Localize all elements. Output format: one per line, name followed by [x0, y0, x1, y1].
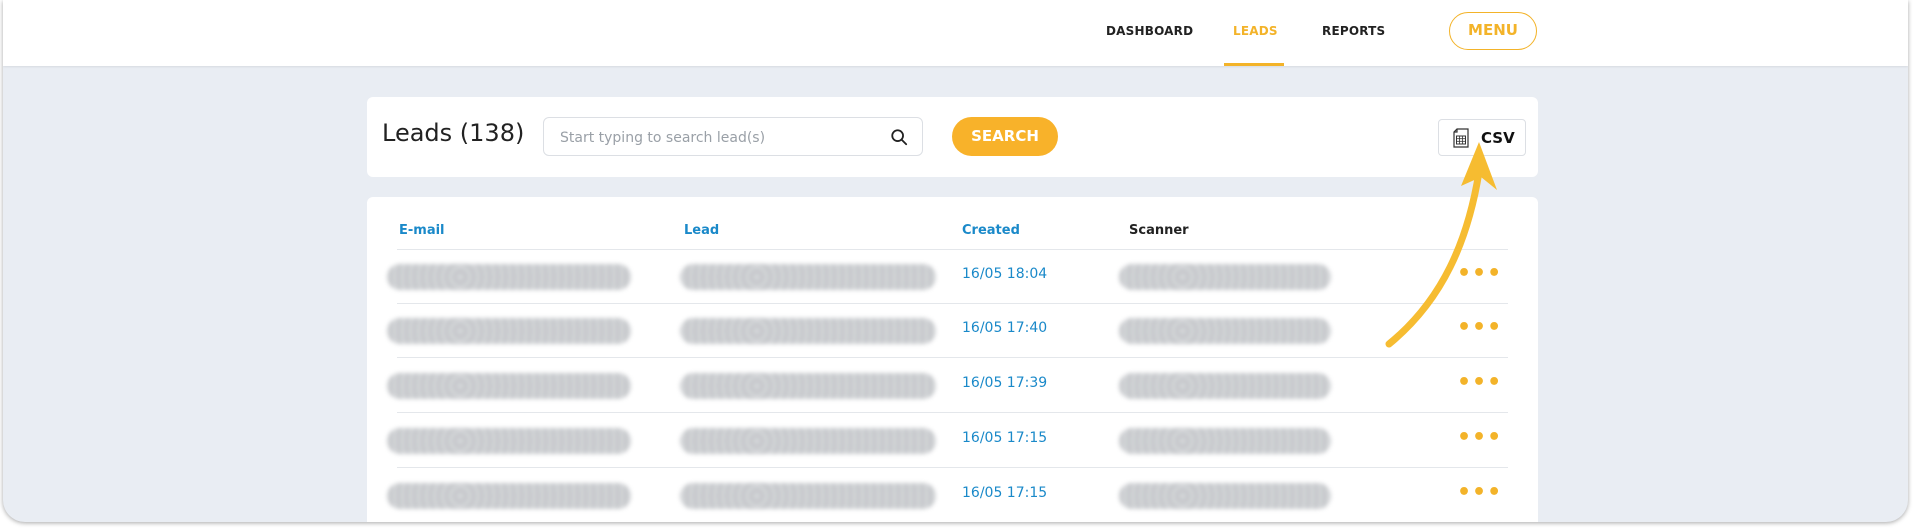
email-cell-redacted — [387, 264, 631, 290]
leads-table-card: E-mail Lead Created Scanner 16/05 18:04 … — [367, 197, 1538, 522]
annotation-arrow — [1385, 142, 1497, 348]
lead-cell-redacted — [680, 483, 936, 509]
nav-reports[interactable]: REPORTS — [1322, 0, 1385, 66]
lead-cell-redacted — [680, 264, 936, 290]
scanner-cell-redacted — [1119, 373, 1331, 399]
table-row[interactable]: 16/05 17:15 ••• — [367, 469, 1538, 522]
email-cell-redacted — [387, 428, 631, 454]
created-cell: 16/05 17:40 — [962, 320, 1048, 336]
email-cell-redacted — [387, 483, 631, 509]
column-header-email[interactable]: E-mail — [399, 223, 445, 238]
search-input[interactable] — [558, 118, 882, 157]
more-dots-icon[interactable]: ••• — [1457, 427, 1502, 449]
table-row[interactable]: 16/05 17:39 ••• — [367, 359, 1538, 413]
top-navigation-bar: DASHBOARD LEADS REPORTS MENU — [3, 0, 1908, 66]
row-divider — [397, 412, 1508, 413]
search-icon[interactable] — [890, 128, 908, 146]
lead-cell-redacted — [680, 318, 936, 344]
search-button[interactable]: SEARCH — [952, 117, 1058, 156]
created-cell: 16/05 18:04 — [962, 266, 1048, 282]
created-cell: 16/05 17:39 — [962, 375, 1048, 391]
more-dots-icon[interactable]: ••• — [1457, 372, 1502, 394]
nav-leads[interactable]: LEADS — [1233, 0, 1278, 66]
email-cell-redacted — [387, 318, 631, 344]
column-header-lead[interactable]: Lead — [684, 223, 719, 238]
row-divider — [397, 467, 1508, 468]
created-cell: 16/05 17:15 — [962, 430, 1048, 446]
scanner-cell-redacted — [1119, 428, 1331, 454]
table-row[interactable]: 16/05 18:04 ••• — [367, 250, 1538, 304]
nav-active-indicator — [1224, 63, 1284, 66]
table-row[interactable]: 16/05 17:40 ••• — [367, 304, 1538, 358]
scanner-cell-redacted — [1119, 264, 1331, 290]
column-header-scanner: Scanner — [1129, 223, 1189, 238]
more-dots-icon[interactable]: ••• — [1457, 482, 1502, 504]
created-cell: 16/05 17:15 — [962, 485, 1048, 501]
scanner-cell-redacted — [1119, 483, 1331, 509]
lead-cell-redacted — [680, 373, 936, 399]
table-row[interactable]: 16/05 17:15 ••• — [367, 414, 1538, 468]
row-divider — [397, 357, 1508, 358]
menu-button[interactable]: MENU — [1449, 12, 1537, 50]
search-field[interactable] — [543, 117, 923, 157]
page-title: Leads (138) — [382, 119, 525, 147]
nav-dashboard[interactable]: DASHBOARD — [1106, 0, 1193, 66]
column-header-created[interactable]: Created — [962, 223, 1020, 238]
lead-cell-redacted — [680, 428, 936, 454]
email-cell-redacted — [387, 373, 631, 399]
leads-toolbar-card: Leads (138) SEARCH CSV — [367, 97, 1538, 177]
scanner-cell-redacted — [1119, 318, 1331, 344]
app-window: DASHBOARD LEADS REPORTS MENU Leads (138)… — [3, 0, 1908, 522]
